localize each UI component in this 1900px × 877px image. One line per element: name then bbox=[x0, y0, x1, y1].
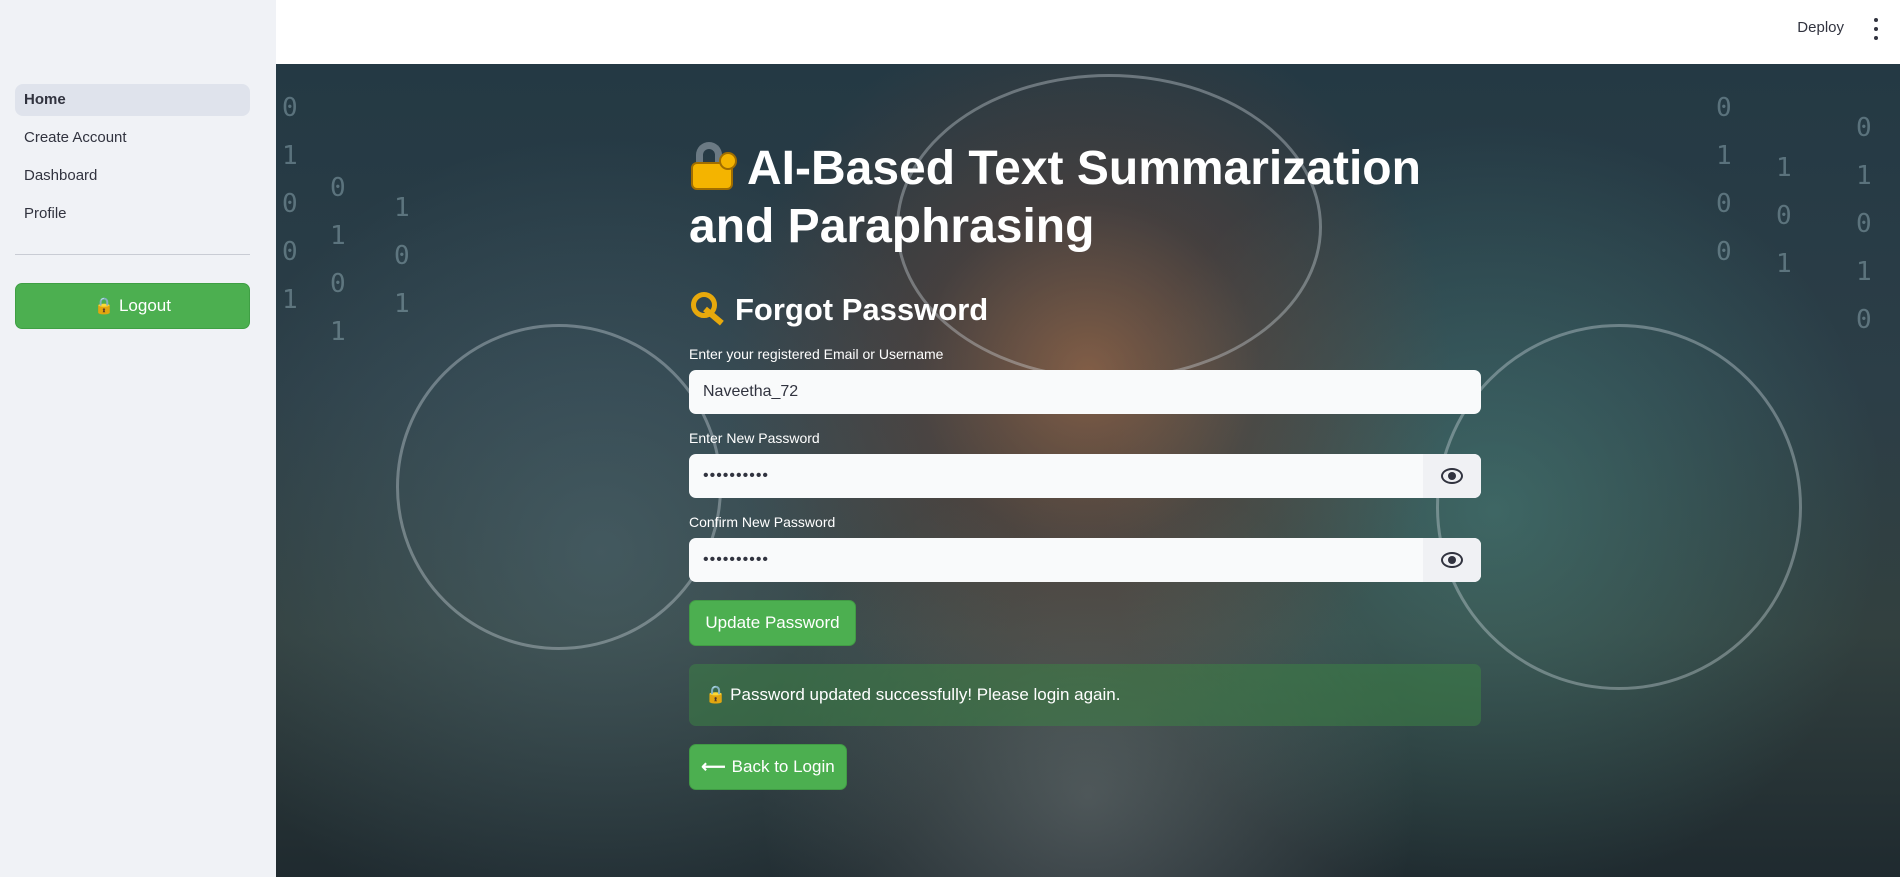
update-password-button[interactable]: Update Password bbox=[689, 600, 856, 646]
new-password-input[interactable] bbox=[689, 454, 1425, 498]
confirm-password-input[interactable] bbox=[689, 538, 1425, 582]
kebab-menu-icon[interactable] bbox=[1872, 18, 1880, 40]
section-heading-text: Forgot Password bbox=[735, 292, 989, 327]
locked-with-key-icon bbox=[689, 142, 737, 190]
confirm-password-label: Confirm New Password bbox=[689, 514, 836, 530]
back-to-login-button[interactable]: ⟵ Back to Login bbox=[689, 744, 847, 790]
confirm-password-field-wrapper bbox=[689, 538, 1481, 582]
sidebar-nav: Home Create Account Dashboard Profile bbox=[15, 84, 250, 236]
sidebar-item-create-account[interactable]: Create Account bbox=[15, 122, 250, 154]
eye-icon bbox=[1441, 552, 1463, 568]
sidebar-item-home[interactable]: Home bbox=[15, 84, 250, 116]
success-message: Password updated successfully! Please lo… bbox=[730, 685, 1121, 704]
show-new-password-button[interactable] bbox=[1423, 454, 1481, 498]
page-title: AI-Based Text Summarization and Paraphra… bbox=[689, 140, 1481, 256]
new-password-field-wrapper bbox=[689, 454, 1481, 498]
sidebar-item-dashboard[interactable]: Dashboard bbox=[15, 160, 250, 192]
show-confirm-password-button[interactable] bbox=[1423, 538, 1481, 582]
logout-label: Logout bbox=[118, 296, 171, 315]
key-icon bbox=[689, 290, 729, 326]
page-title-text: AI-Based Text Summarization and Paraphra… bbox=[689, 142, 1421, 253]
arrow-left-icon: ⟵ bbox=[701, 757, 726, 776]
sidebar: Home Create Account Dashboard Profile 🔒 … bbox=[0, 0, 276, 877]
section-heading: Forgot Password bbox=[689, 290, 1481, 330]
success-alert: 🔒 Password updated successfully! Please … bbox=[689, 664, 1481, 726]
deploy-button[interactable]: Deploy bbox=[1797, 19, 1844, 36]
username-label: Enter your registered Email or Username bbox=[689, 346, 944, 362]
sidebar-divider bbox=[15, 254, 250, 255]
sidebar-item-profile[interactable]: Profile bbox=[15, 198, 250, 230]
lock-icon: 🔒 bbox=[94, 298, 114, 315]
new-password-label: Enter New Password bbox=[689, 430, 820, 446]
main-area: 0 1 0 0 1 0 1 0 1 1 0 1 0 1 0 0 1 0 1 0 … bbox=[276, 64, 1900, 877]
logout-button[interactable]: 🔒 Logout bbox=[15, 283, 250, 329]
eye-icon bbox=[1441, 468, 1463, 484]
username-field-wrapper bbox=[689, 370, 1481, 414]
username-input[interactable] bbox=[689, 370, 1481, 414]
back-to-login-label: Back to Login bbox=[731, 757, 835, 776]
top-bar: Deploy bbox=[276, 0, 1900, 64]
lock-icon: 🔒 bbox=[705, 685, 727, 704]
forgot-password-panel: AI-Based Text Summarization and Paraphra… bbox=[689, 140, 1481, 790]
